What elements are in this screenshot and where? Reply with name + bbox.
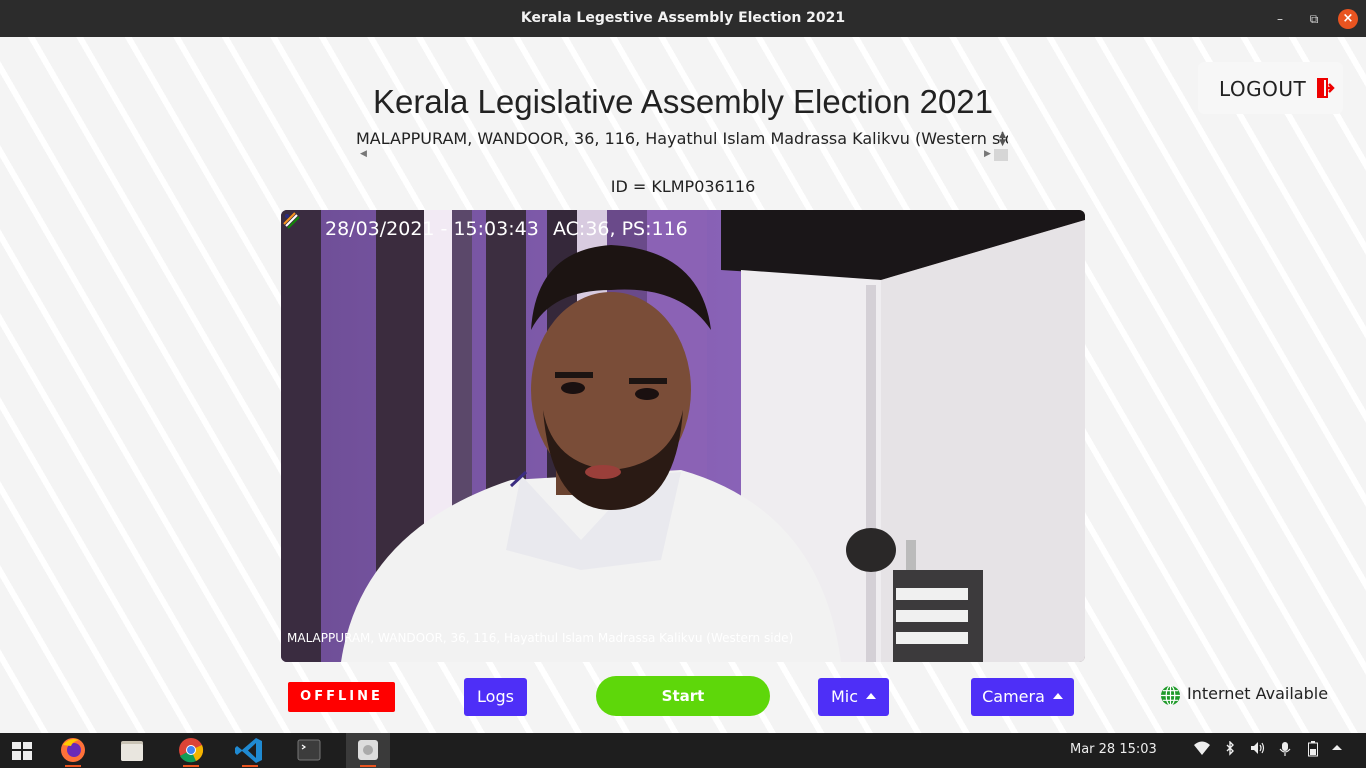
firefox-icon[interactable] [51, 733, 95, 768]
camera-feed: 28/03/2021 - 15:03:43 AC:36, PS:116 MALA… [281, 210, 1085, 662]
camera-scene-image [281, 210, 1085, 662]
video-ac-ps: AC:36, PS:116 [553, 218, 688, 240]
caret-up-icon [1052, 693, 1063, 699]
spinner-arrows-icon[interactable]: ▲ ▼ [999, 131, 1006, 148]
close-button[interactable]: × [1338, 9, 1358, 29]
globe-icon [1160, 685, 1181, 706]
minimize-button[interactable]: – [1270, 9, 1290, 29]
ballot-logo-icon [283, 212, 300, 229]
system-menu-icon[interactable] [1331, 741, 1343, 756]
taskbar-clock[interactable]: Mar 28 15:03 [1070, 742, 1157, 757]
logout-icon [1317, 78, 1335, 98]
logout-button[interactable]: LOGOUT [1198, 62, 1343, 114]
files-icon[interactable] [110, 733, 154, 768]
caret-up-icon [866, 693, 877, 699]
camera-label: Camera [982, 687, 1045, 706]
scroll-right-icon[interactable]: ▶ [984, 149, 991, 159]
battery-icon[interactable] [1308, 741, 1318, 761]
logout-label: LOGOUT [1219, 77, 1307, 101]
scroll-left-icon[interactable]: ◀ [360, 149, 367, 159]
mic-dropdown-button[interactable]: Mic [818, 678, 889, 716]
start-button[interactable]: Start [596, 676, 770, 716]
station-id: ID = KLMP036116 [610, 177, 756, 196]
app-icon[interactable] [346, 733, 390, 768]
terminal-icon[interactable] [287, 733, 331, 768]
main-content: Kerala Legislative Assembly Election 202… [0, 37, 1366, 733]
internet-status-label: Internet Available [1187, 684, 1329, 703]
camera-dropdown-button[interactable]: Camera [971, 678, 1074, 716]
window-titlebar: Kerala Legestive Assembly Election 2021 … [0, 0, 1366, 37]
window-title: Kerala Legestive Assembly Election 2021 [520, 10, 846, 26]
maximize-button[interactable]: ⧉ [1304, 9, 1324, 29]
location-select-value: MALAPPURAM, WANDOOR, 36, 116, Hayathul I… [356, 129, 1008, 148]
logs-button[interactable]: Logs [464, 678, 527, 716]
microphone-icon[interactable] [1279, 741, 1291, 761]
location-scrollbar[interactable]: ◀ ▶ [356, 149, 1008, 161]
show-apps-icon[interactable] [0, 733, 44, 768]
video-timestamp: 28/03/2021 - 15:03:43 [325, 218, 539, 240]
video-caption: MALAPPURAM, WANDOOR, 36, 116, Hayathul I… [287, 631, 794, 645]
vscode-icon[interactable] [228, 733, 272, 768]
page-title: Kerala Legislative Assembly Election 202… [372, 83, 994, 120]
bluetooth-icon[interactable] [1225, 740, 1235, 760]
taskbar: Mar 28 15:03 [0, 733, 1366, 768]
scroll-thumb[interactable] [994, 149, 1008, 161]
offline-status-button[interactable]: OFFLINE [288, 682, 395, 712]
volume-icon[interactable] [1250, 741, 1266, 759]
wifi-icon[interactable] [1194, 741, 1210, 759]
mic-label: Mic [830, 687, 859, 706]
chrome-icon[interactable] [169, 733, 213, 768]
